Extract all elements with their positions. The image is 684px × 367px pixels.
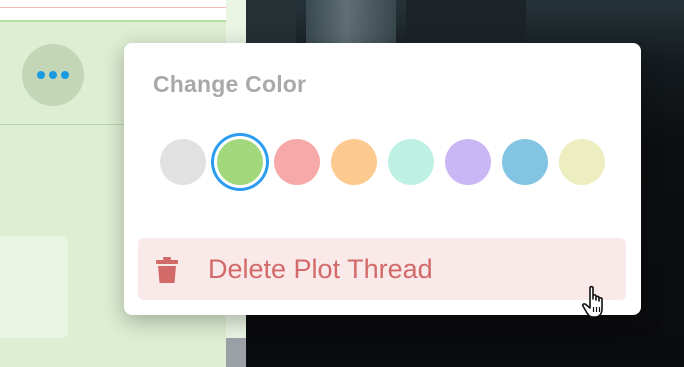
color-swatch-blue[interactable] xyxy=(502,139,548,185)
photo-building-left xyxy=(246,0,296,45)
more-horizontal-icon-dot xyxy=(49,71,57,79)
scrollbar-strip xyxy=(226,338,246,367)
color-menu-popup: Change Color Delete Plot Thread xyxy=(124,43,641,315)
card-top-strip xyxy=(0,0,226,22)
delete-label: Delete Plot Thread xyxy=(208,254,433,284)
inner-card[interactable] xyxy=(0,236,68,338)
more-horizontal-icon-dot xyxy=(61,71,69,79)
color-swatch-orange[interactable] xyxy=(331,139,377,185)
hand-pointer-cursor-icon xyxy=(581,285,603,318)
color-swatch-gray[interactable] xyxy=(160,139,206,185)
delete-plot-thread-button[interactable]: Delete Plot Thread xyxy=(138,238,626,300)
color-swatch-mint[interactable] xyxy=(388,139,434,185)
more-options-button[interactable] xyxy=(22,44,84,106)
color-swatch-yellow[interactable] xyxy=(559,139,605,185)
popup-title: Change Color xyxy=(153,71,307,97)
photo-street xyxy=(306,0,396,45)
color-swatch-pink[interactable] xyxy=(274,139,320,185)
color-swatch-lavender[interactable] xyxy=(445,139,491,185)
trash-icon xyxy=(156,257,178,283)
more-horizontal-icon xyxy=(37,71,45,79)
photo-building-right xyxy=(406,0,526,45)
color-swatch-green[interactable] xyxy=(217,139,263,185)
